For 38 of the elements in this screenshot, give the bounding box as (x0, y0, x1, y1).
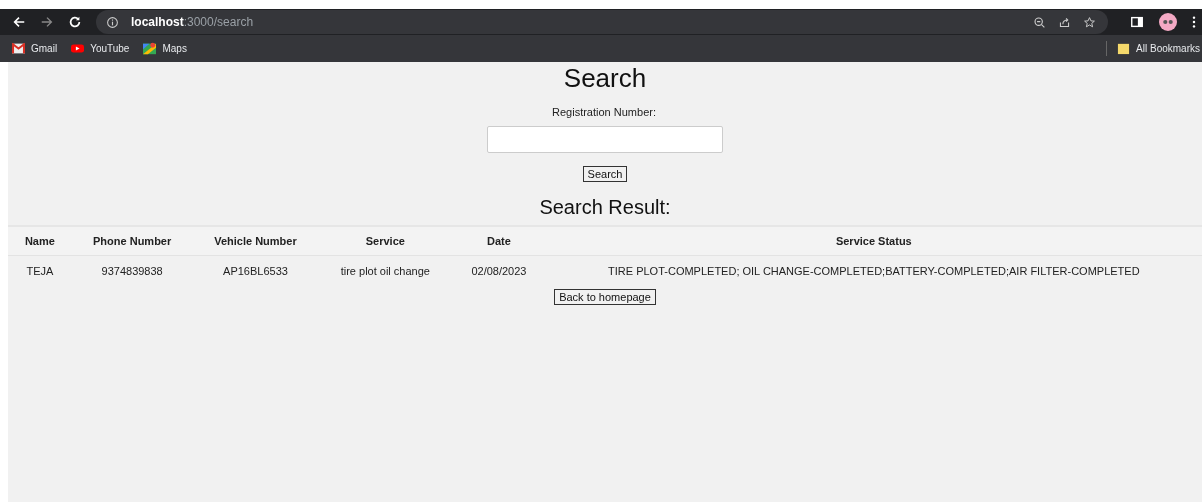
table-cell: 9374839838 (71, 255, 193, 286)
registration-input[interactable] (487, 126, 723, 153)
star-icon[interactable] (1083, 15, 1096, 29)
bookmark[interactable]: Gmail (12, 42, 58, 55)
map-icon (143, 42, 157, 55)
column-header: Name (8, 226, 72, 256)
field-label: Registration Number: (552, 106, 656, 118)
folder-icon (1117, 42, 1131, 55)
play-icon (71, 42, 85, 55)
column-header: Service (318, 226, 453, 256)
bookmark[interactable]: Maps (143, 42, 187, 55)
table-cell: tire plot oil change (318, 255, 453, 286)
zoom-icon[interactable] (1033, 15, 1046, 29)
table-cell: AP16BL6533 (192, 255, 319, 286)
column-header: Service Status (545, 226, 1202, 256)
side-panel-icon[interactable] (1130, 15, 1144, 29)
share-icon[interactable] (1058, 15, 1071, 29)
page-title: Search (563, 63, 647, 94)
column-header: Date (452, 226, 546, 256)
menu-icon[interactable] (1192, 15, 1196, 29)
address-bar[interactable]: localhost:3000/search (96, 10, 1108, 34)
all-bookmarks[interactable]: All Bookmarks (1117, 42, 1200, 55)
column-header: Vehicle Number (192, 226, 319, 256)
avatar-icon[interactable] (1158, 13, 1178, 31)
reload-icon[interactable] (68, 15, 82, 29)
results-title: Search Result: (539, 196, 671, 219)
table-cell: TEJA (8, 255, 72, 286)
column-header: Phone Number (71, 226, 193, 256)
forward-icon[interactable] (40, 15, 54, 29)
back-button[interactable]: Back to homepage (554, 289, 656, 305)
search-button[interactable]: Search (582, 166, 628, 182)
url-text: localhost:3000/search (131, 15, 254, 29)
table-cell: TIRE PLOT-COMPLETED; OIL CHANGE-COMPLETED;BATTERY-COMPLETED;AIR FILTER-COMPLETED (545, 255, 1202, 286)
mail-icon (12, 42, 25, 55)
back-icon[interactable] (12, 15, 26, 29)
info-icon[interactable] (106, 15, 119, 29)
table-cell: 02/08/2023 (452, 255, 546, 286)
bookmark[interactable]: YouTube (71, 42, 130, 55)
